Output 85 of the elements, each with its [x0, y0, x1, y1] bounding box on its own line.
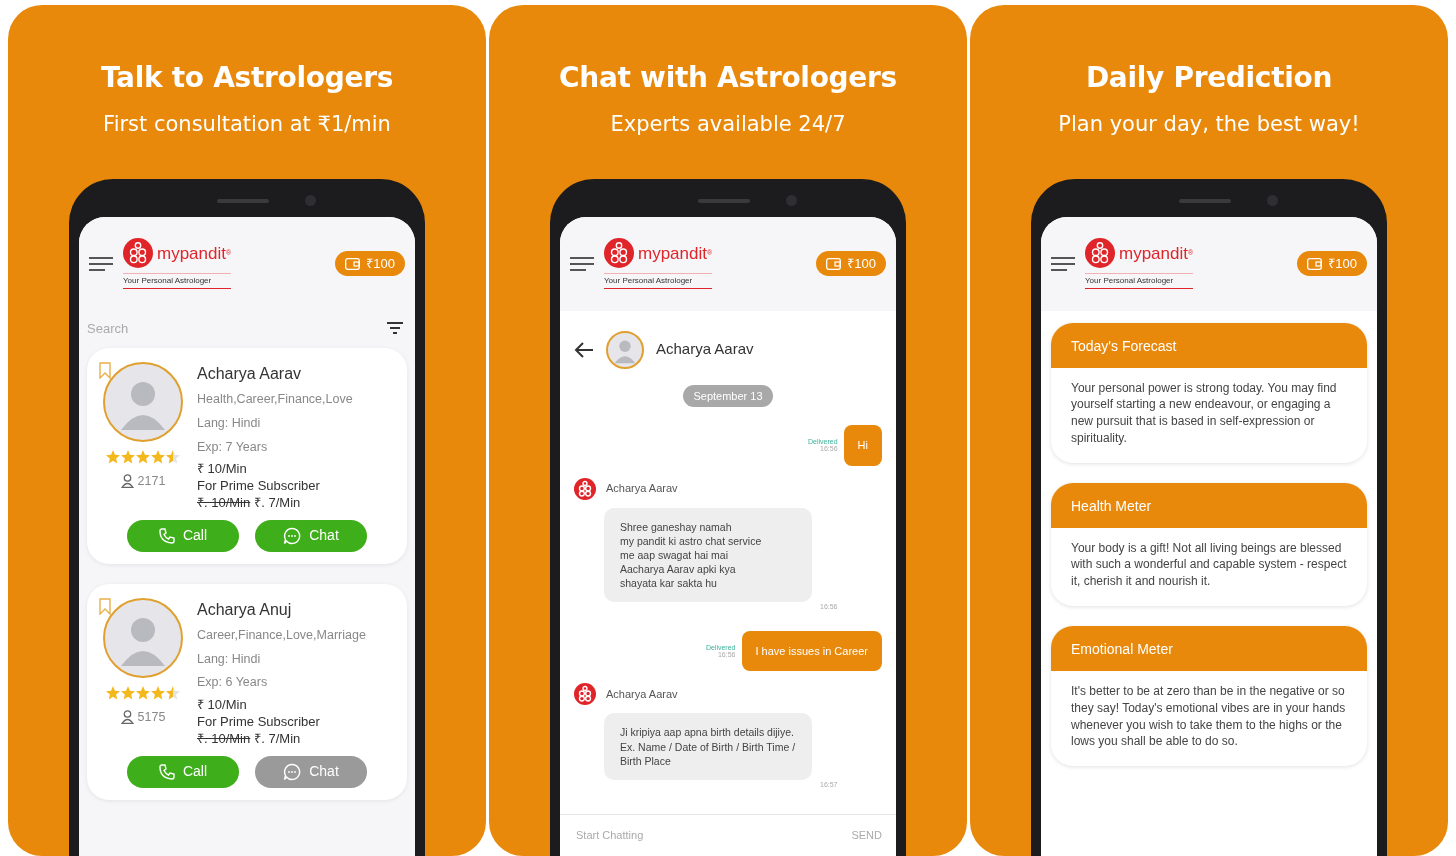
astrologer-name: Acharya Aarav [197, 364, 303, 384]
logo-text: mypandit$^{®}$ [638, 244, 713, 262]
back-arrow-icon[interactable] [574, 341, 594, 358]
avatar-silhouette [606, 330, 644, 369]
logo-icon [123, 238, 153, 268]
language: Lang: Hindi [197, 650, 262, 668]
star-icon [106, 450, 120, 464]
logo-icon [1085, 238, 1115, 268]
chat-bubble-icon [283, 526, 302, 545]
old-price: ₹. 10/Min [197, 495, 251, 512]
promo-title: Chat with Astrologers [559, 60, 897, 96]
call-button[interactable]: Call [127, 519, 239, 552]
categories: Health,Career,Finance,Love [197, 391, 354, 408]
tagline: Your Personal Astrologer [123, 273, 232, 289]
logo-icon [574, 683, 596, 706]
section-text: It's better to be at zero than be in the negative or so they say! Today's emotional vibes are in your hands whenever you wish to take them to the highs or the lows you shall be able to do so. [1070, 683, 1347, 751]
experience: Exp: 7 Years [197, 438, 269, 456]
section-header: Health Meter [1051, 482, 1367, 528]
star-icon [151, 685, 165, 700]
astrologer-name: Acharya Anuj [197, 599, 293, 620]
promo-subtitle: Experts available 24/7 [610, 111, 846, 138]
star-icon [121, 685, 135, 700]
promo-subtitle: Plan your day, the best way! [1058, 111, 1360, 138]
logo-icon [604, 238, 634, 268]
tagline: Your Personal Astrologer [604, 273, 713, 289]
promo-title: Daily Prediction [1085, 60, 1333, 96]
prime-label: For Prime Subscriber [197, 714, 321, 731]
speaker-grille [1179, 198, 1231, 203]
filter-icon[interactable] [387, 322, 403, 335]
wallet-button[interactable]: ₹100 [816, 250, 886, 277]
follower-count: 2171 [137, 473, 166, 490]
language: Lang: Hindi [197, 414, 262, 432]
promo-subtitle: First consultation at ₹1/min [103, 111, 391, 138]
contact-name: Acharya Aarav [656, 339, 754, 360]
date-label: September 13 [683, 384, 773, 407]
phone-icon [158, 527, 175, 544]
sent-message: I have issues in Career [741, 630, 882, 672]
prime-label: For Prime Subscriber [197, 478, 321, 496]
phone-icon [158, 763, 175, 780]
old-price: ₹. 10/Min [197, 730, 251, 748]
star-icon [166, 450, 180, 464]
menu-icon[interactable] [1051, 255, 1075, 272]
star-icon [136, 450, 150, 464]
price: ₹ 10/Min [197, 461, 248, 479]
experience: Exp: 6 Years [197, 674, 269, 692]
received-message: Shree ganeshay namah my pandit ki astro chat service me aap swagat hai mai Aacharya Aarav apki kya shayata kar sakta hu [604, 507, 812, 603]
menu-icon[interactable] [89, 255, 113, 272]
menu-icon[interactable] [570, 255, 594, 272]
prime-price: ₹. 7/Min [254, 730, 301, 748]
section-text: Your body is a gift! Not all living beings are blessed with such a wonderful and capable system - respect it, cherish it and nourish it. [1070, 539, 1348, 591]
logo-text: mypandit$^{®}$ [1119, 244, 1194, 262]
section-text: Your personal power is strong today. You may find yourself starting a new endeavour, or engaging a new pursuit that is based in self-expression or spirituality. [1070, 379, 1338, 447]
received-message: Ji kripiya aap apna birth details dijiye. Ex. Name / Date of Birth / Birth Time / Birth Place [604, 713, 812, 780]
sender-name: Acharya Aarav [606, 481, 678, 497]
call-button[interactable]: Call [127, 755, 239, 788]
speaker-grille [217, 198, 269, 203]
tagline: Your Personal Astrologer [1085, 273, 1194, 289]
wallet-icon [1307, 257, 1323, 270]
star-icon [106, 685, 120, 700]
logo-icon [574, 477, 596, 500]
star-icon [136, 685, 150, 700]
follower-count: 5175 [137, 708, 166, 726]
star-icon [121, 450, 135, 464]
wallet-button[interactable]: ₹100 [335, 250, 405, 277]
speaker-grille [698, 198, 750, 203]
send-button[interactable]: SEND [851, 827, 882, 844]
person-icon [120, 474, 134, 489]
section-header: Today's Forecast [1051, 322, 1367, 368]
sent-message: Hi [843, 425, 882, 466]
wallet-icon [345, 257, 361, 270]
section-header: Emotional Meter [1051, 626, 1367, 672]
person-icon [120, 710, 134, 725]
wallet-icon [826, 257, 842, 270]
prime-price: ₹. 7/Min [254, 495, 301, 512]
price: ₹ 10/Min [197, 697, 248, 715]
chat-bubble-icon [283, 762, 302, 781]
promo-title: Talk to Astrologers [100, 60, 394, 96]
sender-name: Acharya Aarav [606, 687, 678, 703]
star-icon [166, 685, 180, 700]
wallet-button[interactable]: ₹100 [1297, 250, 1367, 277]
search-field[interactable]: Search [87, 318, 387, 338]
categories: Career,Finance,Love,Marriage [197, 626, 367, 644]
chat-button[interactable]: Chat [255, 519, 367, 552]
logo-text: mypandit$^{®}$ [157, 244, 232, 262]
star-icon [151, 450, 165, 464]
